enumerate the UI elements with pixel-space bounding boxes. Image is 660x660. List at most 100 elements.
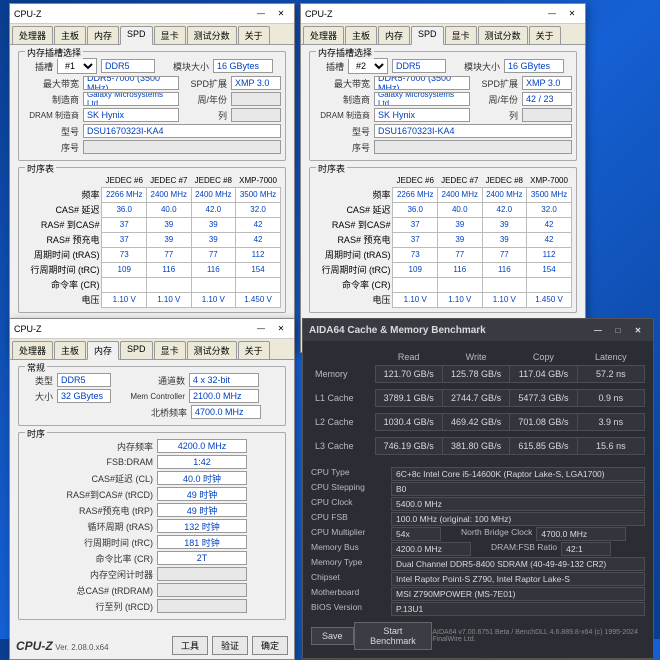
cell-value: 125.78 GB/s (442, 366, 509, 383)
titlebar[interactable]: CPU-Z — ✕ (10, 4, 294, 24)
copyright: AIDA64 v7.00.6751 Beta / BenchDLL 4.6.88… (432, 629, 645, 643)
titlebar[interactable]: CPU-Z — ✕ (301, 4, 585, 24)
tab-4[interactable]: 显卡 (154, 26, 186, 44)
tab-4[interactable]: 显卡 (445, 26, 477, 44)
titlebar[interactable]: CPU-Z — ✕ (10, 319, 294, 339)
timing-value: 132 时钟 (157, 519, 247, 533)
close-icon[interactable]: ✕ (563, 7, 581, 21)
slot-label: 插槽 (23, 60, 53, 73)
info-label: CPU FSB (311, 512, 391, 526)
rank-value (522, 108, 572, 122)
tab-1[interactable]: 主板 (54, 26, 86, 44)
mc-value: 2100.0 MHz (189, 389, 259, 403)
wk-label: 周/年份 (474, 93, 518, 106)
tab-0[interactable]: 处理器 (303, 26, 344, 44)
cell-value: 746.19 GB/s (375, 438, 442, 455)
mc-label: Mem Controller (115, 392, 185, 401)
tab-2[interactable]: 内存 (87, 341, 119, 360)
timing-label: RAS#预充电 (tRP) (23, 504, 153, 517)
cell-value: 381.80 GB/s (442, 438, 509, 455)
close-icon[interactable]: ✕ (272, 322, 290, 336)
cell-value: 121.70 GB/s (375, 366, 442, 383)
slot-label: 插槽 (314, 60, 344, 73)
info-label: BIOS Version (311, 602, 391, 616)
group-label: 时序表 (316, 162, 347, 175)
info-value: 54x (391, 527, 441, 541)
bw-label: 最大带宽 (23, 77, 79, 90)
timing-label: 内存频率 (23, 440, 153, 453)
timing-label: 总CAS# (tRDRAM) (23, 584, 153, 597)
rank-label: 列 (474, 109, 518, 122)
window-title: AIDA64 Cache & Memory Benchmark (309, 325, 486, 336)
close-icon[interactable]: ✕ (629, 323, 647, 337)
pn-label: 型号 (314, 125, 370, 138)
tab-2[interactable]: 内存 (87, 26, 119, 44)
tab-5[interactable]: 测试分数 (187, 341, 237, 359)
slot-select[interactable]: #2 (348, 58, 388, 74)
tab-6[interactable]: 关于 (238, 26, 270, 44)
tab-0[interactable]: 处理器 (12, 26, 53, 44)
dram-label: DRAM 制造商 (23, 110, 79, 121)
start-benchmark-button[interactable]: Start Benchmark (354, 622, 433, 650)
tab-6[interactable]: 关于 (238, 341, 270, 359)
timing-value: 181 时钟 (157, 535, 247, 549)
timing-value: 4200.0 MHz (157, 439, 247, 453)
slot-select[interactable]: #1 (57, 58, 97, 74)
cell-value: 615.85 GB/s (510, 438, 577, 455)
tab-strip: 处理器主板内存SPD显卡测试分数关于 (301, 24, 585, 45)
tab-2[interactable]: 内存 (378, 26, 410, 44)
info-label: CPU Stepping (311, 482, 391, 496)
mfg-value: Galaxy Microsystems Ltd. (83, 92, 179, 106)
close-icon[interactable]: ✕ (272, 7, 290, 21)
slot-group: 内存插槽选择 插槽 #2 DDR5 模块大小 16 GBytes 最大带宽 DD… (309, 51, 577, 161)
pn-value: DSU1670323I-KA4 (83, 124, 281, 138)
tab-6[interactable]: 关于 (529, 26, 561, 44)
row-label: L3 Cache (311, 438, 375, 455)
tab-1[interactable]: 主板 (54, 341, 86, 359)
window-title: CPU-Z (14, 324, 42, 334)
tab-4[interactable]: 显卡 (154, 341, 186, 359)
cell-value: 2744.7 GB/s (442, 390, 509, 407)
cell-value: 5477.3 GB/s (510, 390, 577, 407)
pn-label: 型号 (23, 125, 79, 138)
info-value: 5400.0 MHz (391, 497, 645, 511)
titlebar[interactable]: AIDA64 Cache & Memory Benchmark — □ ✕ (303, 319, 653, 341)
tab-1[interactable]: 主板 (345, 26, 377, 44)
save-button[interactable]: Save (311, 627, 354, 645)
timing-label: 内存空闲计时器 (23, 568, 153, 581)
minimize-icon[interactable]: — (252, 7, 270, 21)
window-title: CPU-Z (14, 9, 42, 19)
mfg-value: Galaxy Microsystems Ltd. (374, 92, 470, 106)
group-label: 时序表 (25, 162, 56, 175)
timing-value (157, 567, 247, 581)
slot-group: 内存插槽选择 插槽 #1 DDR5 模块大小 16 GBytes 最大带宽 DD… (18, 51, 286, 161)
tab-5[interactable]: 测试分数 (187, 26, 237, 44)
timing-label: 行至列 (tRCD) (23, 600, 153, 613)
tab-0[interactable]: 处理器 (12, 341, 53, 359)
sn-label: 序号 (314, 141, 370, 154)
maximize-icon[interactable]: □ (609, 323, 627, 337)
tab-5[interactable]: 测试分数 (478, 26, 528, 44)
info-value: 6C+8c Intel Core i5-14600K (Raptor Lake-… (391, 467, 645, 481)
group-label: 内存插槽选择 (25, 46, 83, 59)
timing-table: JEDEC #6JEDEC #7JEDEC #8XMP-7000频率2266 M… (314, 174, 572, 308)
rank-value (231, 108, 281, 122)
tab-3[interactable]: SPD (120, 341, 153, 359)
info-label: DRAM:FSB Ratio (491, 542, 557, 556)
info-value: MSI Z790MPOWER (MS-7E01) (391, 587, 645, 601)
cell-value: 701.08 GB/s (510, 414, 577, 431)
bw-value: DDR5-7000 (3500 MHz) (374, 76, 470, 90)
info-value: B0 (391, 482, 645, 496)
timing-table: JEDEC #6JEDEC #7JEDEC #8XMP-7000频率2266 M… (23, 174, 281, 308)
type-value: DDR5 (57, 373, 111, 387)
minimize-icon[interactable]: — (252, 322, 270, 336)
tab-3[interactable]: SPD (120, 26, 153, 45)
window-title: CPU-Z (305, 9, 333, 19)
nb-label: 北桥频率 (117, 406, 187, 419)
minimize-icon[interactable]: — (543, 7, 561, 21)
ext-value: XMP 3.0 (522, 76, 572, 90)
minimize-icon[interactable]: — (589, 323, 607, 337)
tab-3[interactable]: SPD (411, 26, 444, 45)
nb-value: 4700.0 MHz (191, 405, 261, 419)
mod-value: 16 GBytes (504, 59, 564, 73)
